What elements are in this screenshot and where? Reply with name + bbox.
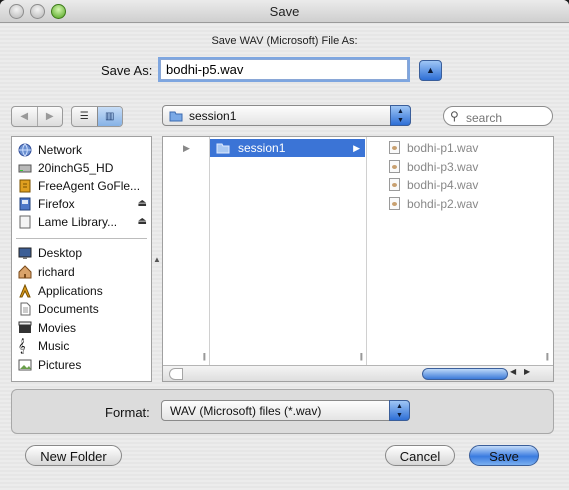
documents-icon	[20, 302, 31, 316]
list-item[interactable]: bodhi-p1.wav	[381, 139, 551, 157]
folder-name: session1	[238, 141, 286, 155]
file-name: bodhi-p4.wav	[407, 178, 479, 192]
external-drive-icon	[19, 179, 31, 193]
disk-image-icon	[19, 215, 31, 229]
column-resize-icon[interactable]: ||	[360, 352, 363, 361]
forward-arrow-icon[interactable]: ▶	[38, 107, 63, 126]
column-browser: ▶ || session1 ▶ || bodhi-p1.wav bodhi-p3…	[162, 136, 554, 382]
browser-column-1: ▶ ||	[163, 137, 210, 365]
collapse-dialog-button[interactable]: ▲	[419, 60, 442, 81]
popup-arrows-icon: ▲ ▼	[390, 105, 411, 126]
column-resize-icon[interactable]: ||	[546, 352, 549, 361]
triangle-up-icon: ▲	[426, 65, 435, 75]
save-as-field[interactable]	[160, 59, 408, 80]
scroll-left-icon[interactable]: ◀	[510, 367, 516, 376]
sidebar-item-freeagent[interactable]: FreeAgent GoFle...	[12, 177, 151, 195]
browser-column-3: bodhi-p1.wav bodhi-p3.wav bodhi-p4.wav b…	[381, 137, 552, 365]
file-name: bodhi-p3.wav	[407, 160, 479, 174]
sidebar-divider	[16, 238, 147, 239]
back-arrow-icon[interactable]: ◀	[12, 107, 38, 126]
sidebar-item-label: Desktop	[38, 246, 83, 260]
desktop-icon	[18, 247, 32, 259]
scroll-right-icon[interactable]: ▶	[524, 367, 530, 376]
dialog-subtitle: Save WAV (Microsoft) File As:	[211, 35, 358, 47]
format-popup[interactable]: WAV (Microsoft) files (*.wav) ▲ ▼	[161, 400, 410, 421]
format-panel: Format: WAV (Microsoft) files (*.wav) ▲ ▼	[11, 389, 554, 434]
sidebar-item-music[interactable]: 𝄞 Music	[12, 337, 151, 355]
eject-icon[interactable]: ⏏	[138, 198, 147, 209]
sidebar-item-network[interactable]: Network	[12, 141, 151, 159]
movies-icon	[18, 321, 32, 333]
list-item-session1[interactable]: session1 ▶	[210, 139, 365, 157]
search-icon: ⚲	[450, 109, 459, 123]
search-input[interactable]	[464, 109, 550, 126]
back-forward-buttons: ◀ ▶	[11, 106, 63, 127]
sidebar-item-label: Applications	[38, 284, 103, 298]
sidebar-item-desktop[interactable]: Desktop	[12, 244, 151, 262]
cancel-button[interactable]: Cancel	[385, 445, 455, 466]
sidebar-item-lame-library[interactable]: Lame Library... ⏏	[12, 213, 151, 231]
save-dialog-window: Save Save WAV (Microsoft) File As: Save …	[0, 0, 569, 490]
chevron-right-icon: ▶	[353, 143, 360, 153]
globe-icon	[18, 143, 32, 157]
save-button[interactable]: Save	[469, 445, 539, 466]
sidebar-item-label: Lame Library...	[38, 215, 118, 229]
list-item[interactable]: bohdi-p2.wav	[381, 195, 551, 213]
sidebar-item-20inchg5-hd[interactable]: 20inchG5_HD	[12, 159, 151, 177]
disk-image-icon	[19, 197, 31, 211]
sidebar: Network 20inchG5_HD FreeAgent GoFle... F…	[11, 136, 152, 382]
sidebar-item-label: Network	[38, 143, 83, 157]
sidebar-item-richard[interactable]: richard	[12, 263, 151, 281]
hard-drive-icon	[18, 164, 32, 173]
home-icon	[18, 265, 32, 279]
sidebar-item-label: richard	[38, 265, 75, 279]
splitter-handle-icon[interactable]: ▲	[153, 255, 161, 264]
save-as-label: Save As:	[101, 63, 153, 78]
format-value: WAV (Microsoft) files (*.wav)	[170, 404, 322, 418]
list-item[interactable]: bodhi-p3.wav	[381, 158, 551, 176]
sidebar-item-label: Movies	[38, 321, 77, 335]
audio-file-icon	[389, 141, 400, 154]
music-icon: 𝄞	[18, 338, 26, 353]
sidebar-item-label: Pictures	[38, 358, 82, 372]
audio-file-icon	[389, 197, 400, 210]
column-resize-icon[interactable]: ||	[203, 352, 206, 361]
sidebar-item-documents[interactable]: Documents	[12, 300, 151, 318]
scrollbar-thumb[interactable]	[422, 368, 508, 380]
audio-file-icon	[389, 178, 400, 191]
sidebar-item-firefox[interactable]: Firefox ⏏	[12, 195, 151, 213]
view-mode-buttons: ☰ ▥	[71, 106, 123, 127]
folder-icon	[169, 111, 183, 122]
file-name: bohdi-p2.wav	[407, 197, 479, 211]
folder-popup[interactable]: session1 ▲ ▼	[162, 105, 411, 126]
applications-icon	[19, 284, 31, 298]
sidebar-item-pictures[interactable]: Pictures	[12, 356, 151, 374]
pictures-icon	[18, 359, 32, 371]
folder-popup-label: session1	[189, 109, 237, 123]
title-bar: Save	[0, 0, 569, 23]
list-item[interactable]: bodhi-p4.wav	[381, 176, 551, 194]
sidebar-item-movies[interactable]: Movies	[12, 319, 151, 337]
disclosure-arrow-icon: ▶	[183, 143, 190, 153]
scroll-track-start	[169, 368, 183, 380]
column-view-icon[interactable]: ▥	[96, 107, 122, 126]
list-view-icon[interactable]: ☰	[72, 107, 97, 126]
audio-file-icon	[389, 160, 400, 173]
horizontal-scrollbar[interactable]: ◀ ▶	[163, 365, 553, 381]
sidebar-item-label: Music	[38, 339, 70, 353]
folder-icon	[216, 143, 230, 154]
sidebar-item-label: Documents	[38, 302, 99, 316]
format-label: Format:	[105, 405, 150, 420]
file-name: bodhi-p1.wav	[407, 141, 479, 155]
search-field[interactable]: ⚲	[443, 106, 553, 126]
sidebar-item-label: Firefox	[38, 197, 75, 211]
sidebar-item-label: FreeAgent GoFle...	[38, 179, 141, 193]
popup-arrows-icon: ▲ ▼	[389, 400, 410, 421]
sidebar-item-label: 20inchG5_HD	[38, 161, 114, 175]
eject-icon[interactable]: ⏏	[138, 216, 147, 227]
new-folder-button[interactable]: New Folder	[25, 445, 122, 466]
window-title: Save	[269, 4, 300, 19]
browser-column-2: session1 ▶ ||	[210, 137, 367, 365]
sidebar-item-applications[interactable]: Applications	[12, 282, 151, 300]
